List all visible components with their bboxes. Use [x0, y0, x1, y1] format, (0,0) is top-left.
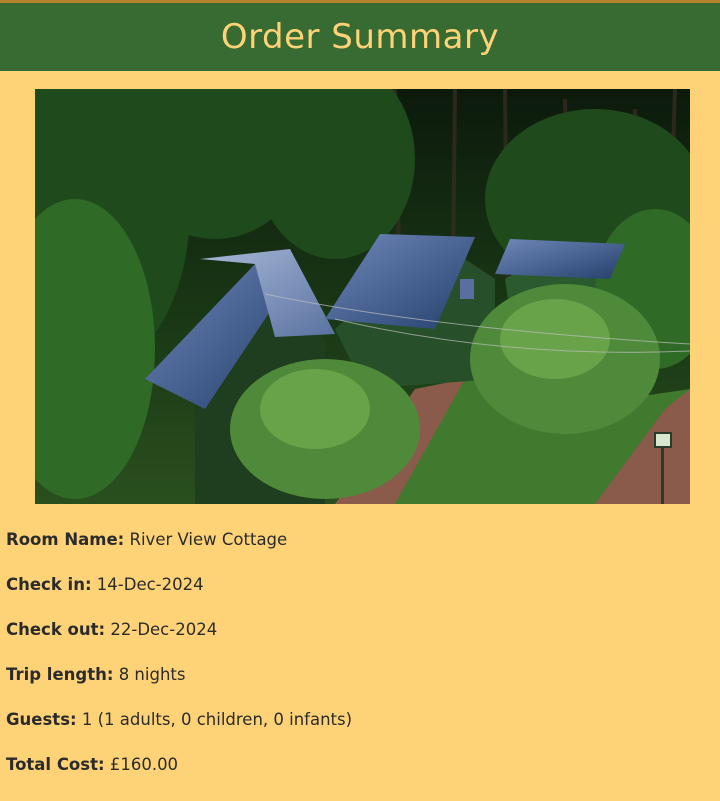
guests-label: Guests: [6, 710, 77, 729]
check-in-label: Check in: [6, 575, 92, 594]
total-cost-value: £160.00 [109, 755, 179, 774]
guests-value: 1 (1 adults, 0 children, 0 infants) [81, 710, 353, 729]
order-details: Room Name: River View Cottage Check in: … [6, 528, 352, 798]
room-name-row: Room Name: River View Cottage [6, 528, 352, 573]
cottage-photo [35, 89, 690, 504]
check-out-row: Check out: 22-Dec-2024 [6, 618, 352, 663]
total-cost-row: Total Cost: £160.00 [6, 753, 352, 798]
trip-length-row: Trip length: 8 nights [6, 663, 352, 708]
trip-length-label: Trip length: [6, 665, 114, 684]
total-cost-label: Total Cost: [6, 755, 105, 774]
trip-length-value: 8 nights [118, 665, 186, 684]
room-name-label: Room Name: [6, 530, 125, 549]
check-out-value: 22-Dec-2024 [110, 620, 218, 639]
check-in-row: Check in: 14-Dec-2024 [6, 573, 352, 618]
page-title: Order Summary [220, 17, 500, 57]
check-in-value: 14-Dec-2024 [96, 575, 204, 594]
guests-row: Guests: 1 (1 adults, 0 children, 0 infan… [6, 708, 352, 753]
page-header: Order Summary [0, 0, 720, 71]
room-name-value: River View Cottage [129, 530, 288, 549]
check-out-label: Check out: [6, 620, 106, 639]
